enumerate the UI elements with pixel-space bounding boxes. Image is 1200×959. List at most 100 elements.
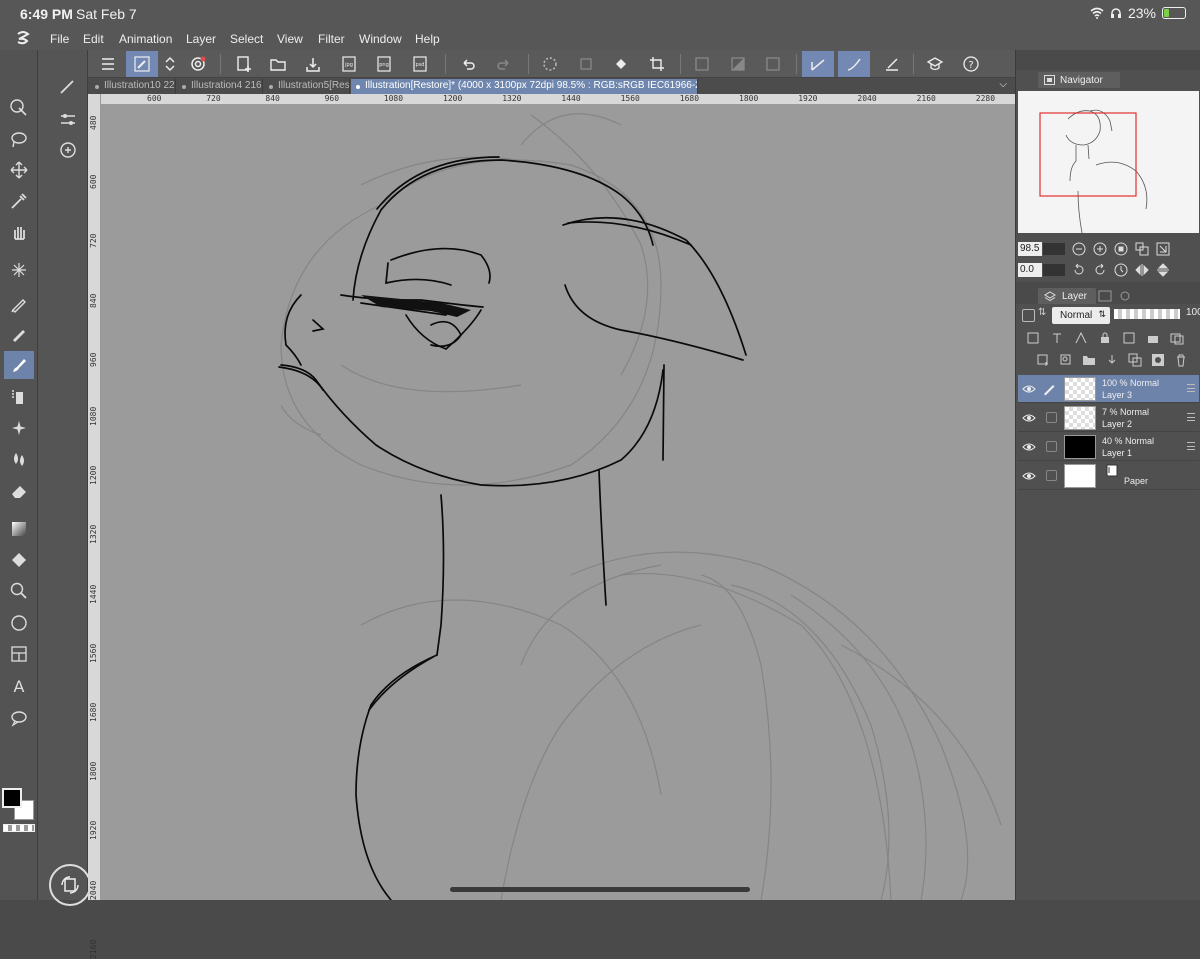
magic-wand-icon[interactable]	[4, 256, 34, 284]
vector-icon[interactable]	[876, 51, 908, 77]
brush-settings-icon[interactable]	[182, 51, 214, 77]
rotate-left-icon[interactable]	[1072, 263, 1086, 277]
tab-illustration5[interactable]: Illustration5[Res	[264, 79, 350, 94]
menu-help[interactable]: Help	[415, 32, 440, 46]
transfer-down-icon[interactable]	[1105, 353, 1119, 367]
mask-icon[interactable]	[1170, 331, 1184, 345]
tab-layer[interactable]: Layer	[1038, 288, 1096, 304]
open-folder-icon[interactable]	[262, 51, 294, 77]
drawing-canvas[interactable]	[101, 105, 1015, 900]
frame-icon[interactable]	[4, 640, 34, 668]
text-icon[interactable]: A	[4, 672, 34, 700]
sub-tool-brush-icon[interactable]	[58, 76, 78, 96]
layer-row[interactable]: 100 % Normal Layer 3	[1018, 375, 1199, 403]
layer-menu-icon[interactable]	[1187, 413, 1195, 421]
hand-icon[interactable]	[4, 218, 34, 246]
layer-row[interactable]: 40 % Normal Layer 1	[1018, 433, 1199, 461]
visibility-eye-icon[interactable]	[1022, 440, 1036, 454]
draft-layer-icon[interactable]	[1050, 331, 1064, 345]
menu-view[interactable]: View	[277, 32, 303, 46]
fill-icon[interactable]	[605, 51, 637, 77]
layer-row[interactable]: Paper	[1018, 462, 1199, 490]
rotate-right-icon[interactable]	[1093, 263, 1107, 277]
tool-property-icon[interactable]	[58, 110, 78, 130]
layer-select-checkbox[interactable]	[1046, 470, 1057, 481]
lock-icon[interactable]	[1098, 331, 1112, 345]
layer-menu-icon[interactable]	[1187, 442, 1195, 450]
home-indicator[interactable]	[450, 887, 750, 892]
tab-illustration10[interactable]: Illustration10 22	[90, 79, 176, 94]
fit-window-icon[interactable]	[1156, 242, 1170, 256]
rotation-value[interactable]: 0.0	[1018, 263, 1042, 277]
rotation-slider[interactable]	[1043, 264, 1065, 276]
brush-size-icon[interactable]	[58, 140, 78, 160]
transparent-color-swatch[interactable]	[3, 824, 35, 832]
visibility-eye-icon[interactable]	[1022, 382, 1036, 396]
zoom-slider[interactable]	[1043, 243, 1065, 255]
balloon-icon[interactable]	[4, 704, 34, 732]
loading-icon[interactable]	[534, 51, 566, 77]
learn-icon[interactable]	[919, 51, 951, 77]
menu-icon[interactable]	[92, 51, 124, 77]
opacity-value[interactable]: 100	[1186, 307, 1200, 318]
new-canvas-icon[interactable]	[228, 51, 260, 77]
pencil-icon[interactable]	[4, 320, 34, 348]
menu-filter[interactable]: Filter	[318, 32, 345, 46]
opacity-slider[interactable]	[1114, 309, 1180, 319]
lasso-icon[interactable]	[4, 126, 34, 154]
visibility-eye-icon[interactable]	[1022, 469, 1036, 483]
visibility-eye-icon[interactable]	[1022, 411, 1036, 425]
menu-window[interactable]: Window	[359, 32, 402, 46]
reset-rotation-icon[interactable]	[1114, 263, 1128, 277]
trash-icon[interactable]	[1174, 353, 1188, 367]
flip-horizontal-icon[interactable]	[1135, 263, 1149, 277]
main-color-swatch[interactable]	[2, 788, 22, 808]
select-pointer-icon[interactable]	[4, 94, 34, 122]
ref-layer-icon[interactable]	[1026, 331, 1040, 345]
brush-snap-icon[interactable]	[838, 51, 870, 77]
brush-icon[interactable]	[4, 351, 34, 379]
eraser-icon[interactable]	[4, 477, 34, 505]
layer-color-icon[interactable]	[1074, 331, 1088, 345]
help-icon[interactable]: ?	[955, 51, 987, 77]
menu-select[interactable]: Select	[230, 32, 263, 46]
layer-search-tab-icon[interactable]	[1118, 290, 1132, 302]
layer-select-checkbox[interactable]	[1046, 441, 1057, 452]
redo-icon[interactable]	[488, 51, 520, 77]
actual-size-icon[interactable]	[1135, 242, 1149, 256]
new-folder-icon[interactable]	[1082, 353, 1096, 367]
clear-icon[interactable]	[686, 51, 718, 77]
ruler-snap-icon[interactable]	[802, 51, 834, 77]
blend-clip-checkbox[interactable]	[1022, 309, 1035, 322]
export-png-icon[interactable]: png	[368, 51, 400, 77]
airbrush-icon[interactable]	[4, 383, 34, 411]
tab-navigator[interactable]: Navigator	[1038, 72, 1120, 88]
gradient-icon[interactable]	[4, 515, 34, 543]
lock-transparent-icon[interactable]	[1122, 331, 1136, 345]
blend-chevron-icon[interactable]: ⇅	[1038, 307, 1046, 318]
export-jpg-icon[interactable]: jpg	[333, 51, 365, 77]
pen-edit-icon[interactable]	[126, 51, 158, 77]
tab-illustration-restore[interactable]: Illustration[Restore]* (4000 x 3100px 72…	[351, 79, 698, 94]
invert-icon[interactable]	[722, 51, 754, 77]
new-vector-layer-icon[interactable]	[1059, 353, 1073, 367]
blend-mode-select[interactable]: Normal ⇅	[1052, 307, 1110, 324]
layer-property-tab-icon[interactable]	[1098, 290, 1112, 302]
fill-bucket-icon[interactable]	[4, 546, 34, 574]
zoom-in-icon[interactable]	[1093, 242, 1107, 256]
flip-vertical-icon[interactable]	[1156, 263, 1170, 277]
export-psd-icon[interactable]: psd	[404, 51, 436, 77]
tab-dropdown-chevron-down-icon[interactable]: ⌵	[999, 79, 1007, 90]
crop-icon[interactable]	[641, 51, 673, 77]
menu-file[interactable]: File	[50, 32, 69, 46]
merge-layer-icon[interactable]	[1128, 353, 1142, 367]
blend-icon[interactable]	[4, 445, 34, 473]
eyedropper-icon[interactable]	[4, 187, 34, 215]
undo-icon[interactable]	[452, 51, 484, 77]
ruler-icon[interactable]	[757, 51, 789, 77]
ellipse-icon[interactable]	[4, 609, 34, 637]
decoration-icon[interactable]	[4, 414, 34, 442]
menu-edit[interactable]: Edit	[83, 32, 104, 46]
zoom-icon[interactable]	[4, 577, 34, 605]
layer-menu-icon[interactable]	[1187, 384, 1195, 392]
